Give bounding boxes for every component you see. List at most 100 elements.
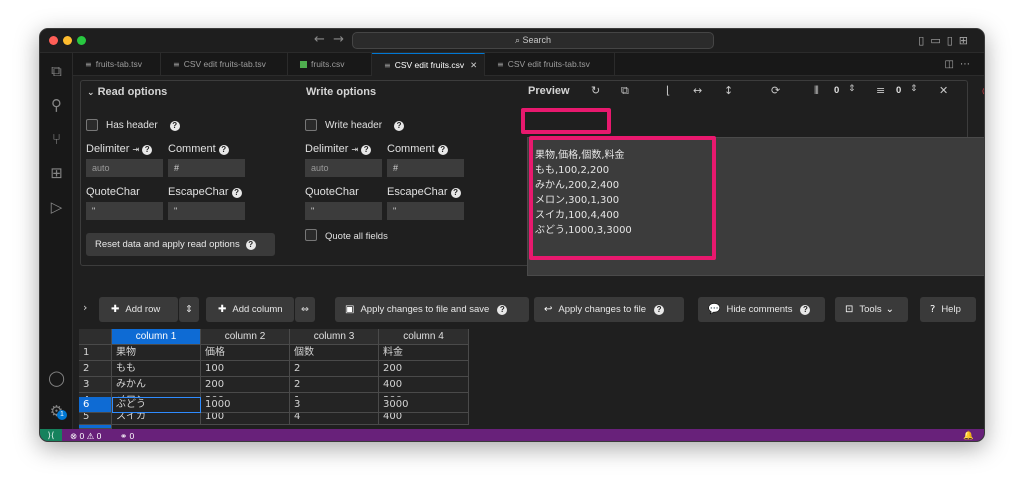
tools-dropdown[interactable]: ⊡ Tools ⌄: [835, 297, 908, 322]
split-editor-icon[interactable]: ◫: [945, 59, 960, 70]
add-row-button[interactable]: ✚ Add row: [99, 297, 178, 322]
expand-columns-icon[interactable]: ↔: [693, 84, 702, 97]
table-cell[interactable]: 200: [201, 377, 290, 393]
help-icon[interactable]: ?: [450, 188, 461, 198]
column-header[interactable]: column 3: [290, 329, 379, 345]
reset-read-options-button[interactable]: Reset data and apply read options?: [86, 233, 275, 256]
problems-status[interactable]: ⊗ 0 ⚠ 0: [70, 429, 101, 441]
help-icon[interactable]: ?: [437, 145, 448, 155]
tab-csv-edit-fruits-tab-tsv[interactable]: ≡ CSV edit fruits-tab.tsv: [161, 53, 288, 76]
table-cell[interactable]: 価格: [201, 345, 290, 361]
table-cell[interactable]: 個数: [290, 345, 379, 361]
table-cell[interactable]: 300: [201, 393, 290, 409]
ports-status[interactable]: ⚭ 0: [120, 429, 134, 441]
table-cell[interactable]: 200: [379, 361, 469, 377]
command-center-search[interactable]: ⌕ Search: [352, 32, 714, 49]
stepper-icon[interactable]: ⇕: [910, 84, 918, 94]
row-number[interactable]: 4: [79, 393, 112, 409]
row-number[interactable]: 1: [79, 345, 112, 361]
row-number[interactable]: 3: [79, 377, 112, 393]
help-button[interactable]: ? Help: [920, 297, 976, 322]
explorer-icon[interactable]: ⧉: [47, 62, 66, 81]
notifications-bell-icon[interactable]: 🔔: [963, 429, 974, 441]
table-cell[interactable]: 400: [379, 377, 469, 393]
maximize-window-button[interactable]: [77, 36, 86, 45]
table-cell[interactable]: 2: [290, 377, 379, 393]
help-icon[interactable]: ?: [169, 121, 180, 131]
pin-icon[interactable]: ✕: [939, 84, 948, 97]
has-header-checkbox[interactable]: [86, 119, 98, 131]
table-cell[interactable]: メロン: [112, 393, 201, 409]
nav-forward-icon[interactable]: →: [333, 32, 344, 47]
copy-icon[interactable]: ⧉: [621, 84, 629, 98]
row-number[interactable]: 2: [79, 361, 112, 377]
toggle-secondary-sidebar-icon[interactable]: ▯: [947, 34, 959, 47]
write-quotechar-input[interactable]: ": [305, 202, 382, 220]
quote-all-fields-checkbox[interactable]: [305, 229, 317, 241]
help-icon[interactable]: ?: [218, 145, 229, 155]
help-icon[interactable]: ?: [654, 305, 665, 315]
help-icon[interactable]: ?: [361, 145, 372, 155]
search-view-icon[interactable]: ⚲: [47, 96, 66, 115]
read-comment-input[interactable]: #: [168, 159, 245, 177]
hide-comments-button[interactable]: 💬 Hide comments?: [698, 297, 825, 322]
write-escapechar-input[interactable]: ": [387, 202, 464, 220]
table-cell[interactable]: 果物: [112, 345, 201, 361]
read-options-toggle[interactable]: ⌄ Read options: [87, 86, 167, 98]
table-cell[interactable]: みかん: [112, 377, 201, 393]
help-icon[interactable]: ?: [231, 188, 242, 198]
close-window-button[interactable]: [49, 36, 58, 45]
tab-csv-edit-fruits-tab-tsv-2[interactable]: ≡ CSV edit fruits-tab.tsv: [485, 53, 615, 76]
read-escapechar-input[interactable]: ": [168, 202, 245, 220]
write-delimiter-input[interactable]: auto: [305, 159, 382, 177]
add-column-stepper[interactable]: ⇔: [295, 297, 315, 322]
read-quotechar-input[interactable]: ": [86, 202, 163, 220]
remote-indicator-icon[interactable]: ⟩⟨: [40, 429, 62, 441]
stepper-icon[interactable]: ⇕: [848, 84, 856, 94]
help-icon[interactable]: ?: [245, 240, 256, 250]
column-header[interactable]: column 1: [112, 329, 201, 345]
toggle-sidebar-icon[interactable]: ▯: [918, 34, 930, 47]
eye-icon[interactable]: ◉: [982, 84, 984, 97]
trim-icon[interactable]: ⌊: [666, 84, 670, 97]
run-debug-icon[interactable]: ▷: [47, 198, 66, 217]
table-cell[interactable]: 100: [201, 361, 290, 377]
tab-fruits-csv[interactable]: fruits.csv: [288, 53, 372, 76]
help-icon[interactable]: ?: [394, 121, 405, 131]
fixed-rows-count[interactable]: 0: [896, 85, 901, 96]
row-number[interactable]: 5: [79, 409, 112, 425]
toggle-panel-icon[interactable]: ▭: [930, 34, 946, 47]
fixed-columns-count[interactable]: 0: [834, 85, 839, 96]
tab-fruits-tab-tsv[interactable]: ≡ fruits-tab.tsv: [73, 53, 161, 76]
source-control-icon[interactable]: ⑂: [47, 130, 66, 149]
chevron-right-icon[interactable]: ›: [83, 301, 87, 314]
reload-icon[interactable]: ⟳: [771, 84, 780, 97]
refresh-preview-icon[interactable]: ↻: [591, 84, 600, 97]
table-cell[interactable]: 100: [201, 409, 290, 425]
apply-changes-button[interactable]: ↩ Apply changes to file?: [534, 297, 684, 322]
table-cell[interactable]: 1: [290, 393, 379, 409]
column-header[interactable]: column 4: [379, 329, 469, 345]
help-icon[interactable]: ?: [142, 145, 153, 155]
expand-rows-icon[interactable]: ↕: [724, 84, 733, 97]
add-row-stepper[interactable]: ⇕: [179, 297, 199, 322]
close-tab-icon[interactable]: ✕: [470, 61, 477, 71]
column-header[interactable]: column 2: [201, 329, 290, 345]
tab-csv-edit-fruits-csv[interactable]: ≡ CSV edit fruits.csv ✕: [372, 53, 485, 76]
add-column-button[interactable]: ✚ Add column: [206, 297, 294, 322]
table-cell[interactable]: 2: [290, 361, 379, 377]
accounts-icon[interactable]: ◯: [47, 369, 66, 388]
minimize-window-button[interactable]: [63, 36, 72, 45]
read-delimiter-input[interactable]: auto: [86, 159, 163, 177]
table-cell[interactable]: 料金: [379, 345, 469, 361]
more-actions-icon[interactable]: ⋯: [960, 59, 976, 70]
table-cell[interactable]: 300: [379, 393, 469, 409]
extensions-icon[interactable]: ⊞: [47, 164, 66, 183]
write-comment-input[interactable]: #: [387, 159, 464, 177]
table-cell[interactable]: 4: [290, 409, 379, 425]
help-icon[interactable]: ?: [497, 305, 508, 315]
customize-layout-icon[interactable]: ⊞: [959, 34, 974, 47]
nav-back-icon[interactable]: ←: [314, 32, 325, 47]
table-cell[interactable]: もも: [112, 361, 201, 377]
table-cell[interactable]: スイカ: [112, 409, 201, 425]
